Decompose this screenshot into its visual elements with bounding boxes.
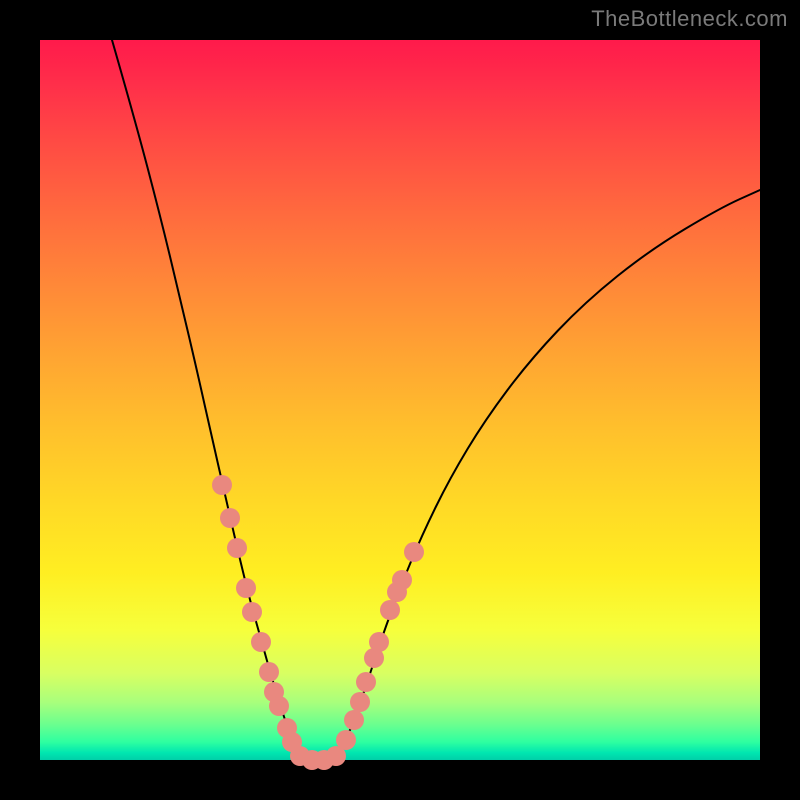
- data-marker: [350, 692, 370, 712]
- bottleneck-curve: [112, 40, 760, 760]
- outer-frame: TheBottleneck.com: [0, 0, 800, 800]
- marker-group: [212, 475, 424, 770]
- data-marker: [269, 696, 289, 716]
- data-marker: [404, 542, 424, 562]
- data-marker: [344, 710, 364, 730]
- data-marker: [251, 632, 271, 652]
- data-marker: [380, 600, 400, 620]
- data-marker: [212, 475, 232, 495]
- data-marker: [236, 578, 256, 598]
- plot-area: [40, 40, 760, 760]
- data-marker: [369, 632, 389, 652]
- data-marker: [356, 672, 376, 692]
- curve-group: [112, 40, 760, 760]
- data-marker: [227, 538, 247, 558]
- data-marker: [220, 508, 240, 528]
- data-marker: [336, 730, 356, 750]
- data-marker: [392, 570, 412, 590]
- curve-layer: [40, 40, 760, 760]
- data-marker: [242, 602, 262, 622]
- data-marker: [259, 662, 279, 682]
- watermark-text: TheBottleneck.com: [591, 6, 788, 32]
